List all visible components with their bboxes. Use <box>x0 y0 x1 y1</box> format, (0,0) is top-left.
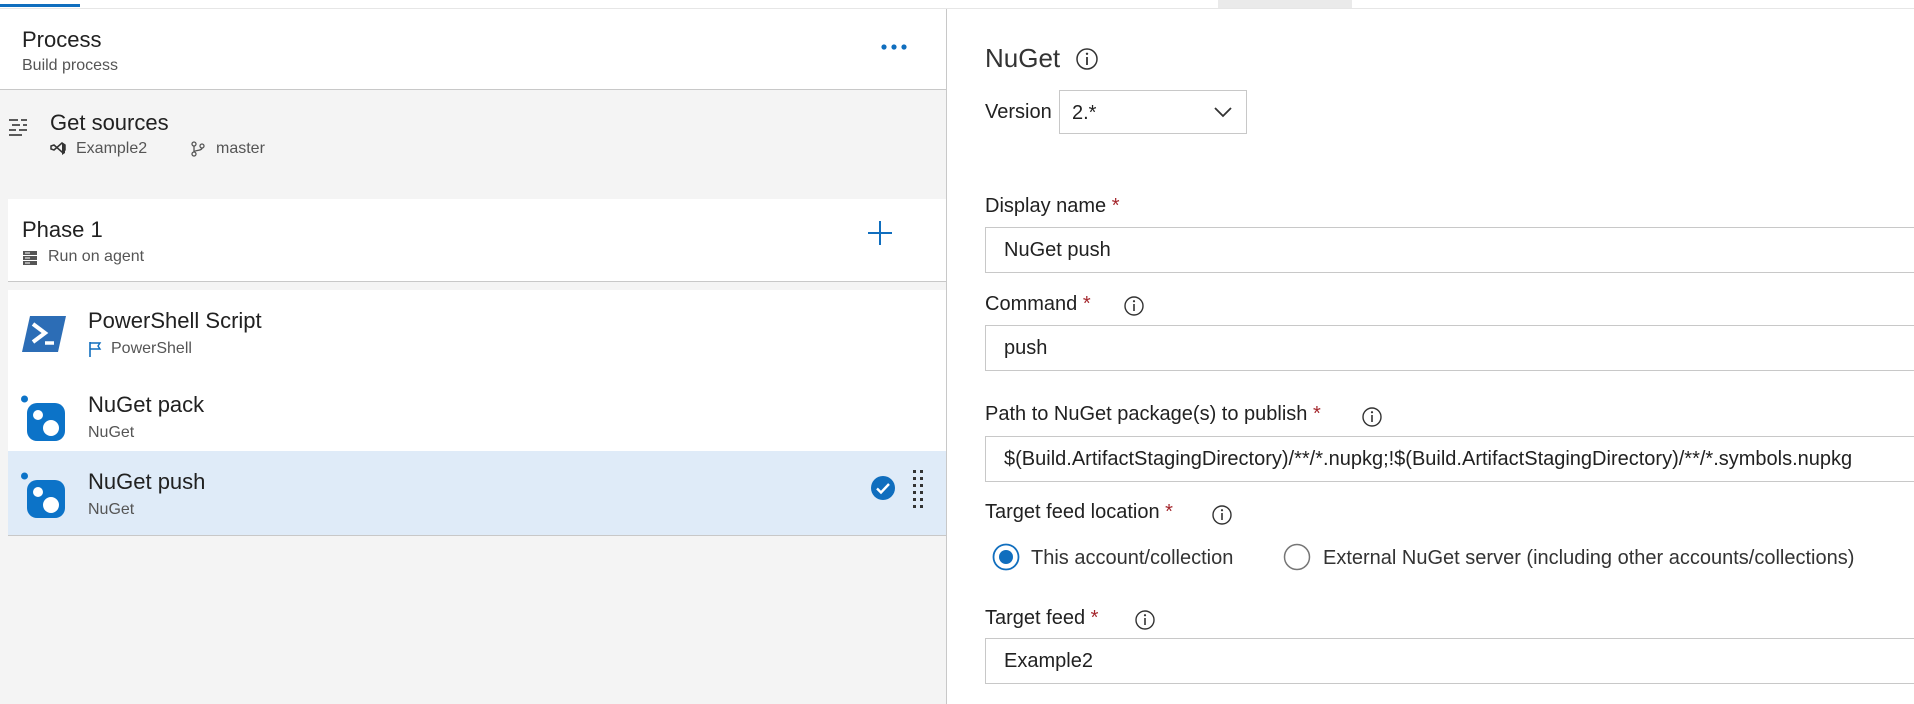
task-subtitle: PowerShell <box>111 340 192 357</box>
chevron-down-icon <box>1214 107 1232 118</box>
phase-title: Phase 1 <box>22 217 103 242</box>
required-marker: * <box>1090 607 1099 629</box>
drag-handle-icon[interactable] <box>912 469 924 513</box>
package-path-input[interactable] <box>985 436 1914 482</box>
repo-name: Example2 <box>76 140 148 157</box>
version-label: Version <box>985 101 1052 123</box>
get-sources-icon <box>9 119 27 136</box>
get-sources-title: Get sources <box>50 110 169 135</box>
path-label-text: Path to NuGet package(s) to publish <box>985 403 1308 425</box>
ellipsis-icon[interactable] <box>880 39 908 59</box>
command-label-text: Command <box>985 293 1078 315</box>
display-name-label: Display name * <box>985 195 1120 218</box>
checkmark-icon[interactable] <box>870 475 896 501</box>
branch-name: master <box>216 140 265 157</box>
target-feed-input[interactable] <box>985 638 1914 684</box>
command-label: Command * <box>985 293 1091 316</box>
target-feed-location-label-text: Target feed location <box>985 501 1160 523</box>
nuget-icon <box>21 395 65 441</box>
process-pane: Process Build process Get sources Exampl… <box>0 9 947 704</box>
display-name-input[interactable] <box>985 227 1914 273</box>
required-marker: * <box>1312 403 1321 425</box>
command-input[interactable] <box>985 325 1914 371</box>
task-item-nuget-pack[interactable]: NuGet pack NuGet <box>8 374 946 458</box>
radio-label-external-server[interactable]: External NuGet server (including other a… <box>1323 547 1854 570</box>
info-icon[interactable] <box>1075 47 1099 71</box>
task-details-pane: NuGet Version 2.* Display name * Command… <box>947 9 1914 704</box>
path-label: Path to NuGet package(s) to publish * <box>985 403 1321 426</box>
add-task-icon[interactable] <box>864 217 896 249</box>
agent-server-icon <box>23 251 37 265</box>
radio-this-account[interactable] <box>992 543 1020 571</box>
required-marker: * <box>1165 501 1173 523</box>
info-icon[interactable] <box>1123 295 1145 317</box>
task-title: PowerShell Script <box>88 308 262 333</box>
process-subtitle: Build process <box>22 57 119 74</box>
task-item-powershell-script[interactable]: PowerShell Script PowerShell <box>8 290 946 374</box>
active-tab-indicator <box>0 4 80 7</box>
flag-icon <box>89 342 102 357</box>
task-title: NuGet pack <box>88 392 205 417</box>
target-feed-location-label: Target feed location * <box>985 501 1173 524</box>
task-details-title: NuGet <box>985 43 1061 73</box>
radio-external-server[interactable] <box>1283 543 1311 571</box>
task-subtitle: NuGet <box>88 501 135 518</box>
info-icon[interactable] <box>1361 406 1383 428</box>
powershell-icon <box>22 316 66 352</box>
target-feed-label: Target feed * <box>985 607 1098 630</box>
task-title: NuGet push <box>88 469 206 494</box>
version-value: 2.* <box>1072 102 1097 124</box>
nuget-icon <box>21 472 65 518</box>
phase-subtitle: Run on agent <box>48 248 145 265</box>
visual-studio-icon <box>50 142 66 155</box>
get-sources-item[interactable]: Get sources Example2 master <box>0 90 946 190</box>
version-dropdown[interactable]: 2.* <box>1059 90 1247 134</box>
top-tab-bar <box>0 0 1914 9</box>
info-icon[interactable] <box>1134 609 1156 631</box>
required-marker: * <box>1082 293 1091 315</box>
phase-item[interactable]: Phase 1 Run on agent <box>8 199 946 282</box>
process-header[interactable]: Process Build process <box>0 9 946 90</box>
inactive-tab[interactable] <box>1218 0 1352 8</box>
required-marker: * <box>1111 195 1120 217</box>
task-item-nuget-push[interactable]: NuGet push NuGet <box>8 451 946 536</box>
branch-icon <box>191 141 205 157</box>
target-feed-label-text: Target feed <box>985 607 1086 629</box>
radio-label-this-account[interactable]: This account/collection <box>1031 547 1233 570</box>
task-subtitle: NuGet <box>88 424 135 441</box>
process-title: Process <box>22 27 102 52</box>
display-name-label-text: Display name <box>985 195 1107 217</box>
info-icon[interactable] <box>1211 504 1233 526</box>
